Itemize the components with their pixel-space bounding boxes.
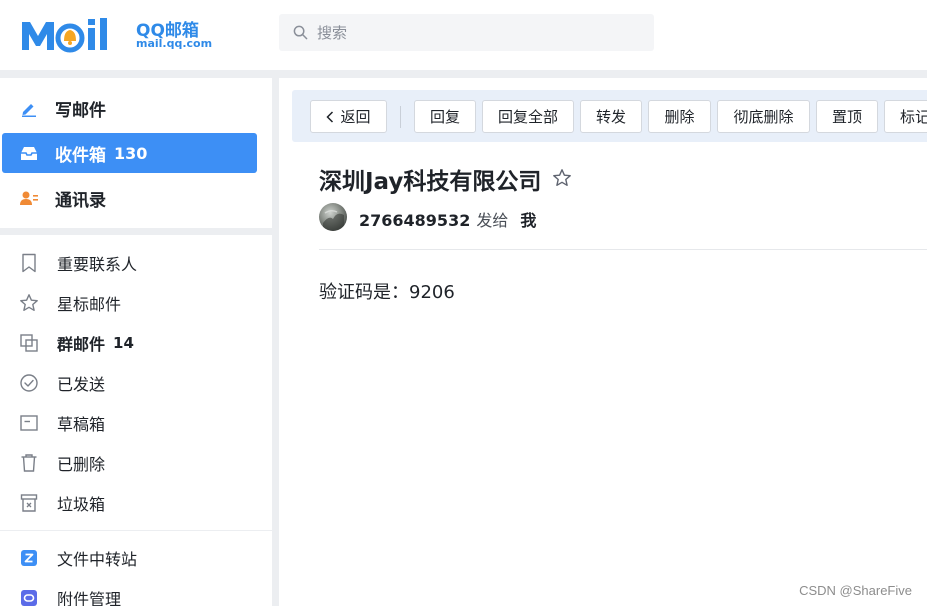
sender-line: 2766489532 发给 我 [359,207,536,231]
sidebar-item-contacts[interactable]: 通讯录 [2,178,257,218]
forward-button[interactable]: 转发 [580,100,642,133]
header-separator [0,70,927,78]
toolbar-divider [400,106,401,128]
sidebar: 写邮件 收件箱 130 通讯录 重要联系人 星标邮件 群邮件 14 已发送 草稿… [0,78,272,606]
inbox-icon [19,143,39,163]
sidebar-item-deleted[interactable]: 已删除 [0,445,272,481]
sidebar-item-file-transfer[interactable]: 文件中转站 [0,540,272,576]
mark-button[interactable]: 标记 [884,100,927,133]
mail-subject: 深圳Jay科技有限公司 [319,169,542,195]
mail-header-divider [319,249,927,250]
sent-to-label: 发给 [476,211,509,230]
folder-label: 垃圾箱 [57,495,106,514]
mail-logo-mark [22,18,107,53]
file-transfer-icon [19,548,39,568]
sender-name[interactable]: 2766489532 [359,211,470,230]
header: QQ邮箱 mail.qq.com [0,0,927,70]
folder-label: 草稿箱 [57,415,106,434]
folder-label: 文件中转站 [57,550,138,569]
chevron-left-icon [326,110,334,123]
logo-domain: mail.qq.com [136,37,213,50]
compose-button[interactable]: 写邮件 [2,88,257,128]
sidebar-item-sent[interactable]: 已发送 [0,365,272,401]
spam-icon [19,493,39,513]
sidebar-item-attachment-manager[interactable]: 附件管理 [0,580,272,606]
pin-button[interactable]: 置顶 [816,100,878,133]
sidebar-separator-vertical [272,78,279,606]
folder-label: 附件管理 [57,590,122,606]
check-circle-icon [19,373,39,393]
pen-icon [19,98,39,118]
draft-icon [19,413,39,433]
trash-icon [19,453,39,473]
search-icon [293,25,308,40]
star-toggle[interactable] [552,168,572,188]
delete-permanently-button[interactable]: 彻底删除 [717,100,810,133]
contacts-icon [19,188,39,208]
search-input[interactable] [317,23,637,42]
sidebar-item-inbox[interactable]: 收件箱 130 [2,133,257,173]
sidebar-item-spam[interactable]: 垃圾箱 [0,485,272,521]
mail-toolbar: 返回 回复 回复全部 转发 删除 彻底删除 置顶 标记 [292,90,927,142]
contacts-label: 通讯录 [55,190,106,211]
folder-label: 已发送 [57,375,106,394]
star-icon [19,293,39,313]
reply-button[interactable]: 回复 [414,100,476,133]
recipient-name[interactable]: 我 [520,207,536,231]
inbox-label: 收件箱 [55,145,106,166]
mail-reader: 返回 回复 回复全部 转发 删除 彻底删除 置顶 标记 深圳Jay科技有限公司 … [279,78,927,606]
attachment-manager-icon [19,588,39,606]
sidebar-item-important-contacts[interactable]: 重要联系人 [0,245,272,281]
search-box[interactable] [279,14,654,51]
back-label: 返回 [340,108,371,126]
mail-body: 验证码是：9206 [319,282,455,303]
star-outline-icon [553,169,571,186]
qq-mail-logo[interactable]: QQ邮箱 mail.qq.com [20,14,220,54]
folder-label: 群邮件 [57,335,106,354]
watermark: CSDN @ShareFive [799,583,912,598]
folder-label: 重要联系人 [57,255,138,274]
folder-label: 已删除 [57,455,106,474]
group-mail-count: 14 [113,334,134,352]
group-icon [19,333,39,353]
compose-label: 写邮件 [55,100,106,121]
sidebar-item-group-mail[interactable]: 群邮件 14 [0,325,272,361]
sidebar-item-drafts[interactable]: 草稿箱 [0,405,272,441]
sidebar-separator [0,228,272,235]
folder-label: 星标邮件 [57,295,122,314]
back-button[interactable]: 返回 [310,100,387,133]
delete-button[interactable]: 删除 [648,100,711,133]
reply-all-button[interactable]: 回复全部 [482,100,574,133]
bookmark-icon [19,253,39,273]
sidebar-item-starred[interactable]: 星标邮件 [0,285,272,321]
sender-avatar[interactable] [319,203,347,231]
sidebar-divider [0,530,272,531]
inbox-unread-count: 130 [114,143,148,163]
